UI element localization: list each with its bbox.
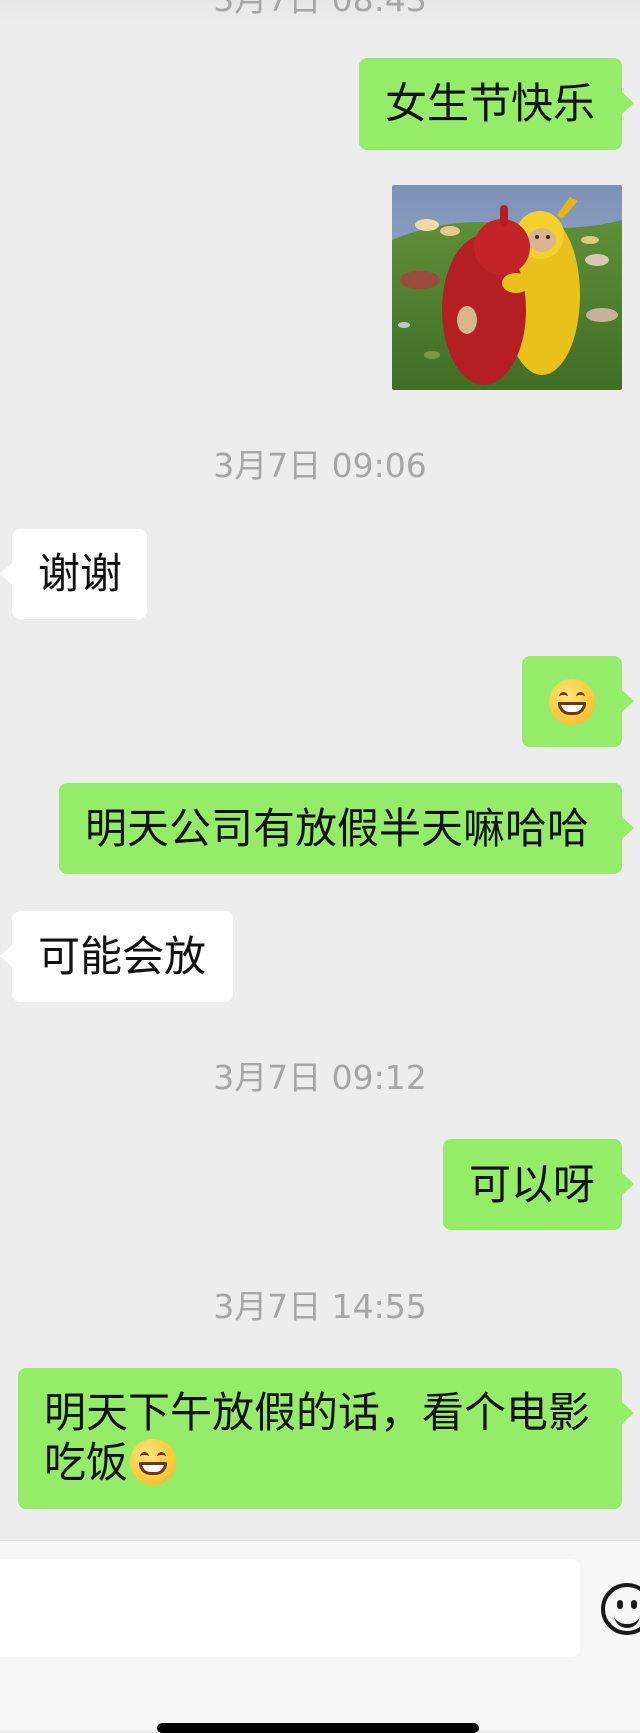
input-bar — [0, 1540, 640, 1733]
timestamp: 3月7日 09:12 — [213, 1058, 427, 1097]
timestamp: 3月7日 09:06 — [213, 446, 427, 485]
message-bubble-sent[interactable]: 女生节快乐 — [359, 58, 634, 150]
timestamp: 3月7日 08:43 — [0, 0, 640, 22]
teletubbies-hug-sticker-icon — [392, 185, 622, 390]
message-text: 女生节快乐 — [385, 79, 596, 128]
chat-area[interactable]: 3月7日 08:43 女生节快乐 — [0, 0, 640, 1540]
grinning-face-icon — [549, 678, 595, 725]
message-bubble-received[interactable]: 谢谢 — [0, 529, 147, 619]
message-input[interactable] — [0, 1559, 580, 1657]
grinning-face-icon — [130, 1438, 177, 1485]
message-bubble-received[interactable]: 可能会放 — [0, 911, 233, 1002]
message-bubble-sent[interactable]: 明天下午放假的话，看个电影吃饭 — [18, 1368, 634, 1509]
emoji-button-icon[interactable] — [601, 1583, 640, 1635]
message-text: 明天公司有放假半天嘛哈哈 — [85, 803, 590, 853]
message-text: 可以呀 — [469, 1159, 596, 1209]
message-bubble-sent[interactable]: 可以呀 — [443, 1139, 634, 1230]
timestamp: 3月7日 14:55 — [213, 1287, 427, 1326]
message-text: 可能会放 — [38, 931, 207, 981]
message-bubble-sent[interactable] — [522, 656, 634, 747]
message-text: 谢谢 — [38, 549, 123, 598]
message-text: 明天下午放假的话，看个电影吃饭 — [44, 1388, 591, 1487]
home-indicator — [157, 1723, 479, 1733]
sticker-image[interactable] — [392, 185, 622, 390]
message-bubble-sent[interactable]: 明天公司有放假半天嘛哈哈 — [59, 783, 634, 874]
